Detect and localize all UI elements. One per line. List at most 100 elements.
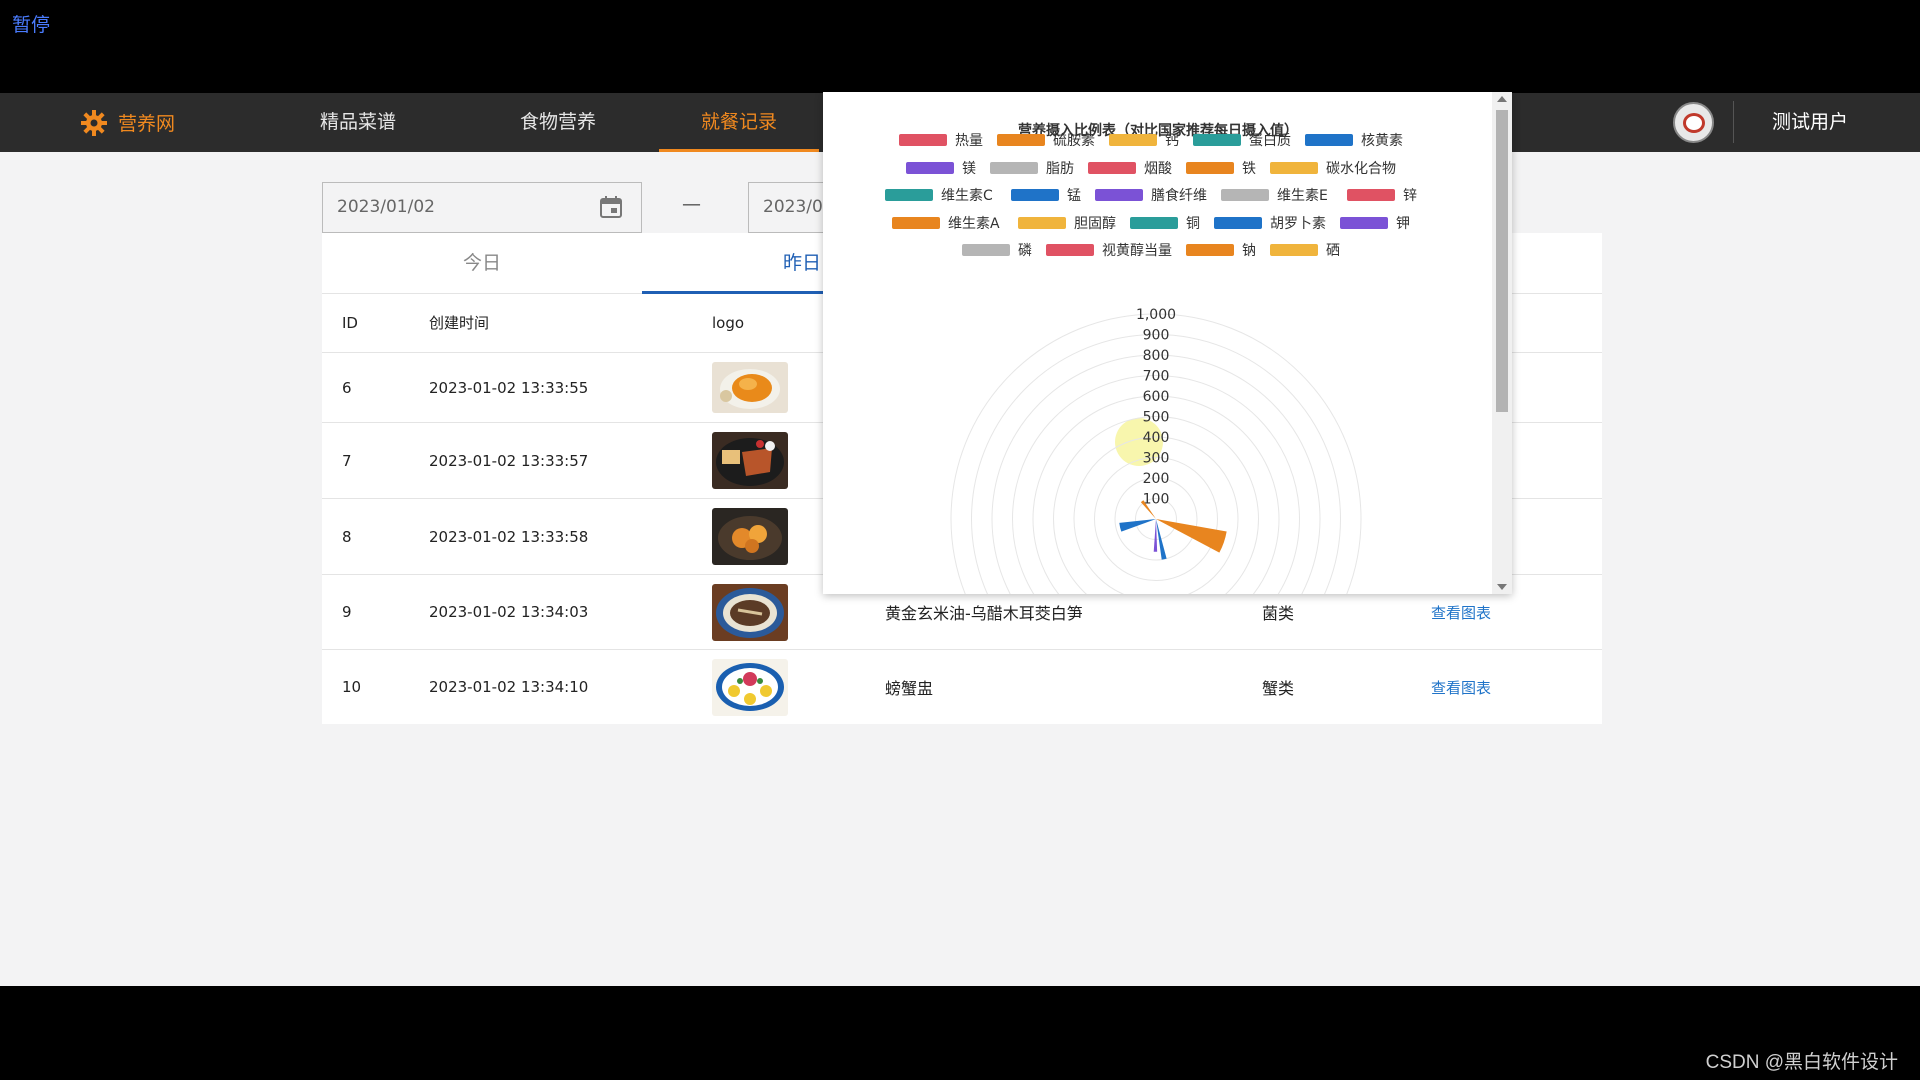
- legend-item[interactable]: 热量: [899, 133, 983, 149]
- chart-sector-核黄素[interactable]: [1119, 519, 1156, 532]
- legend-label: 胆固醇: [1074, 215, 1116, 232]
- scroll-up-arrow[interactable]: [1497, 96, 1507, 102]
- calendar-icon[interactable]: [598, 194, 624, 220]
- radial-tick-label: 200: [1143, 471, 1170, 487]
- brand-name: 营养网: [118, 113, 176, 135]
- legend-label: 核黄素: [1361, 132, 1403, 149]
- legend-item[interactable]: 视黄醇当量: [1046, 242, 1172, 259]
- food-thumbnail: [712, 423, 788, 498]
- legend-item[interactable]: 铁: [1186, 161, 1256, 177]
- user-avatar[interactable]: [1673, 102, 1714, 143]
- watermark: CSDN @黑白软件设计: [1705, 1052, 1898, 1073]
- polar-bar-chart: 热量 硫胺素 钙 蛋白质 核黄素镁 脂肪 烟酸 铁 碳水化合物维生素C 锰 膳食纤维 维生素E 锌维生素…: [885, 132, 1417, 594]
- legend-item[interactable]: 硒: [1270, 243, 1340, 259]
- legend-label: 钠: [1242, 243, 1256, 259]
- legend-item[interactable]: 维生素C: [885, 188, 993, 204]
- nav-divider: [1733, 101, 1734, 143]
- legend-label: 胡罗卜素: [1270, 216, 1326, 232]
- legend-item[interactable]: 维生素E: [1221, 188, 1328, 204]
- legend-item[interactable]: 核黄素: [1305, 132, 1403, 149]
- row-dish-type: 蟹类: [1262, 679, 1295, 698]
- pause-label[interactable]: 暂停: [12, 10, 50, 37]
- brand[interactable]: 营养网: [80, 93, 175, 152]
- row-created-time: 2023-01-02 13:34:03: [429, 603, 589, 621]
- date-range-separator: —: [682, 193, 701, 215]
- row-created-time: 2023-01-02 13:33:55: [429, 378, 589, 397]
- legend-label: 蛋白质: [1249, 133, 1291, 149]
- video-top-band: 暂停: [0, 0, 1920, 93]
- legend-label: 膳食纤维: [1151, 187, 1207, 204]
- radial-tick-label: 1,000: [1136, 307, 1176, 323]
- legend-item[interactable]: 维生素A: [892, 216, 1000, 232]
- radial-tick-label: 700: [1143, 369, 1170, 385]
- legend-label: 维生素C: [941, 188, 993, 204]
- radial-tick-label: 300: [1143, 451, 1170, 467]
- legend-item[interactable]: 钙: [1109, 133, 1179, 149]
- legend-label: 锰: [1067, 188, 1081, 204]
- legend-item[interactable]: 铜: [1130, 216, 1200, 232]
- view-chart-link[interactable]: 查看图表: [1431, 650, 1491, 724]
- legend-item[interactable]: 膳食纤维: [1095, 187, 1207, 204]
- legend-label: 烟酸: [1144, 161, 1172, 177]
- radial-tick-label: 600: [1143, 389, 1170, 405]
- legend-label: 硒: [1326, 243, 1340, 259]
- legend-label: 热量: [955, 133, 983, 149]
- legend-label: 铜: [1186, 216, 1200, 232]
- row-created-time: 2023-01-02 13:33:57: [429, 451, 589, 470]
- row-id: 9: [342, 603, 352, 621]
- legend-item[interactable]: 钠: [1186, 243, 1256, 259]
- row-created-time: 2023-01-02 13:34:10: [429, 678, 589, 696]
- legend-item[interactable]: 锰: [1011, 188, 1081, 204]
- legend-label: 铁: [1242, 161, 1256, 177]
- column-header-id: ID: [342, 314, 358, 332]
- legend-item[interactable]: 钾: [1340, 216, 1410, 232]
- column-header-logo: logo: [712, 314, 745, 332]
- legend-label: 碳水化合物: [1326, 161, 1396, 177]
- legend-label: 镁: [962, 161, 976, 177]
- legend-item[interactable]: 碳水化合物: [1270, 161, 1396, 177]
- row-id: 10: [342, 678, 362, 696]
- row-dish-name: 螃蟹盅: [885, 679, 934, 698]
- legend-item[interactable]: 胆固醇: [1018, 215, 1116, 232]
- scroll-down-arrow[interactable]: [1497, 584, 1507, 590]
- scrollbar-thumb[interactable]: [1496, 110, 1508, 412]
- row-id: 6: [342, 378, 352, 397]
- legend-label: 磷: [1018, 243, 1032, 259]
- legend-item[interactable]: 烟酸: [1088, 161, 1172, 177]
- column-header-created-time: 创建时间: [429, 314, 490, 332]
- legend-label: 维生素A: [948, 216, 1000, 232]
- legend-item[interactable]: 胡罗卜素: [1214, 216, 1326, 232]
- tab-today[interactable]: 今日: [322, 233, 642, 294]
- food-thumbnail: [712, 499, 788, 574]
- chart-sector-镁[interactable]: [1153, 519, 1158, 552]
- legend-item[interactable]: 硫胺素: [997, 133, 1095, 149]
- legend-label: 脂肪: [1046, 161, 1074, 177]
- food-thumbnail: [712, 650, 788, 724]
- nav-item-food-nutrition[interactable]: 食物营养: [478, 93, 638, 152]
- user-name[interactable]: 测试用户: [1760, 93, 1860, 152]
- modal-scrollbar[interactable]: [1492, 92, 1512, 594]
- legend-item[interactable]: 镁: [906, 161, 976, 177]
- radial-tick-label: 500: [1143, 410, 1170, 426]
- gear-icon: [81, 109, 107, 136]
- legend-item[interactable]: 锌: [1347, 188, 1417, 204]
- food-thumbnail: [712, 575, 788, 649]
- radial-tick-label: 400: [1143, 430, 1170, 446]
- row-created-time: 2023-01-02 13:33:58: [429, 527, 589, 546]
- radial-tick-label: 100: [1143, 492, 1170, 508]
- legend-item[interactable]: 磷: [962, 243, 1032, 259]
- legend-label: 锌: [1403, 188, 1417, 204]
- chart-sector-硫胺素[interactable]: [1156, 519, 1227, 553]
- legend-label: 维生素E: [1277, 188, 1328, 204]
- start-date-input[interactable]: 2023/01/02: [322, 182, 642, 233]
- legend-item[interactable]: 蛋白质: [1193, 133, 1291, 149]
- legend-label: 硫胺素: [1053, 133, 1095, 149]
- legend-item[interactable]: 脂肪: [990, 161, 1074, 177]
- nav-item-meal-records[interactable]: 就餐记录: [659, 93, 819, 152]
- row-id: 7: [342, 451, 352, 470]
- legend-label: 钙: [1165, 133, 1179, 149]
- radial-tick-label: 800: [1143, 348, 1170, 364]
- legend-label: 钾: [1396, 216, 1410, 232]
- nav-item-recipes[interactable]: 精品菜谱: [278, 93, 438, 152]
- radial-tick-label: 900: [1143, 328, 1170, 344]
